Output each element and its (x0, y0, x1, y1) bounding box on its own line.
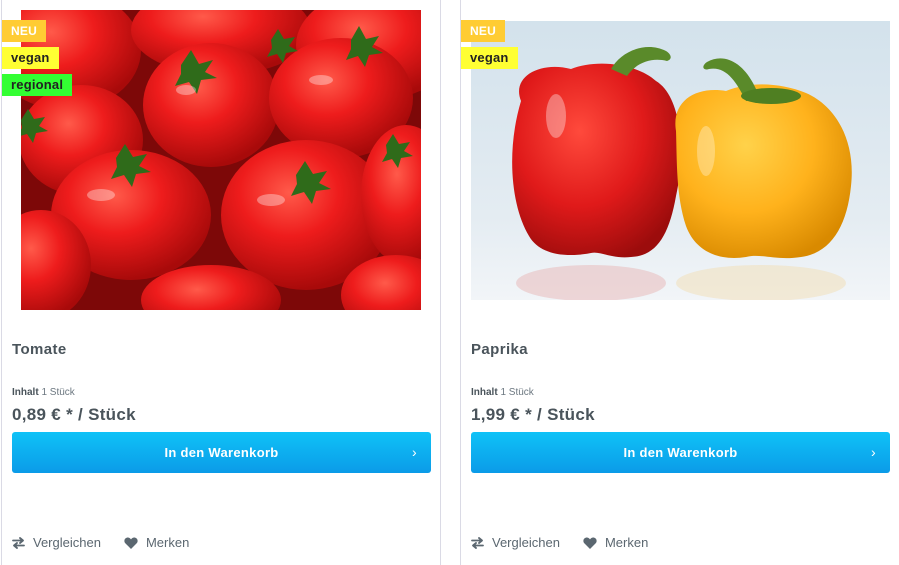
compare-arrows-icon (12, 536, 25, 549)
product-content-info: Inhalt 1 Stück (471, 387, 534, 398)
product-price: 1,99 € * / Stück (471, 405, 595, 424)
compare-label: Vergleichen (492, 535, 560, 550)
tomatoes-image[interactable] (21, 10, 421, 310)
heart-icon (124, 537, 138, 549)
badge-new: NEU (2, 20, 46, 42)
chevron-right-icon: › (871, 444, 876, 460)
product-price: 0,89 € * / Stück (12, 405, 136, 424)
product-actions: Vergleichen Merken (471, 535, 648, 550)
heart-icon (583, 537, 597, 549)
wishlist-button[interactable]: Merken (124, 535, 189, 550)
product-actions: Vergleichen Merken (12, 535, 189, 550)
bell-peppers-image[interactable] (471, 21, 890, 300)
badge-vegan: vegan (461, 47, 518, 69)
product-card-tomate: NEU vegan regional Tomate Inhalt 1 Stück… (1, 0, 441, 565)
add-to-cart-button[interactable]: In den Warenkorb › (12, 432, 431, 473)
compare-button[interactable]: Vergleichen (12, 535, 101, 550)
compare-label: Vergleichen (33, 535, 101, 550)
product-badges: NEU vegan (461, 20, 518, 69)
compare-button[interactable]: Vergleichen (471, 535, 560, 550)
add-to-cart-label: In den Warenkorb (623, 445, 738, 460)
badge-regional: regional (2, 74, 73, 96)
badge-vegan: vegan (2, 47, 59, 69)
product-card-paprika: NEU vegan Paprika Inhalt 1 Stück 1,99 € … (460, 0, 899, 565)
content-label: Inhalt (12, 387, 39, 398)
add-to-cart-button[interactable]: In den Warenkorb › (471, 432, 890, 473)
product-content-info: Inhalt 1 Stück (12, 387, 75, 398)
wishlist-label: Merken (145, 535, 190, 550)
wishlist-button[interactable]: Merken (583, 535, 648, 550)
add-to-cart-label: In den Warenkorb (164, 445, 279, 460)
compare-arrows-icon (471, 536, 484, 549)
badge-new: NEU (461, 20, 505, 42)
chevron-right-icon: › (412, 444, 417, 460)
product-badges: NEU vegan regional (2, 20, 73, 96)
product-title[interactable]: Tomate (12, 341, 67, 358)
content-value: 1 Stück (41, 387, 75, 398)
wishlist-label: Merken (604, 535, 649, 550)
product-image-link[interactable] (461, 0, 899, 312)
content-value: 1 Stück (500, 387, 534, 398)
product-title[interactable]: Paprika (471, 341, 528, 358)
content-label: Inhalt (471, 387, 498, 398)
